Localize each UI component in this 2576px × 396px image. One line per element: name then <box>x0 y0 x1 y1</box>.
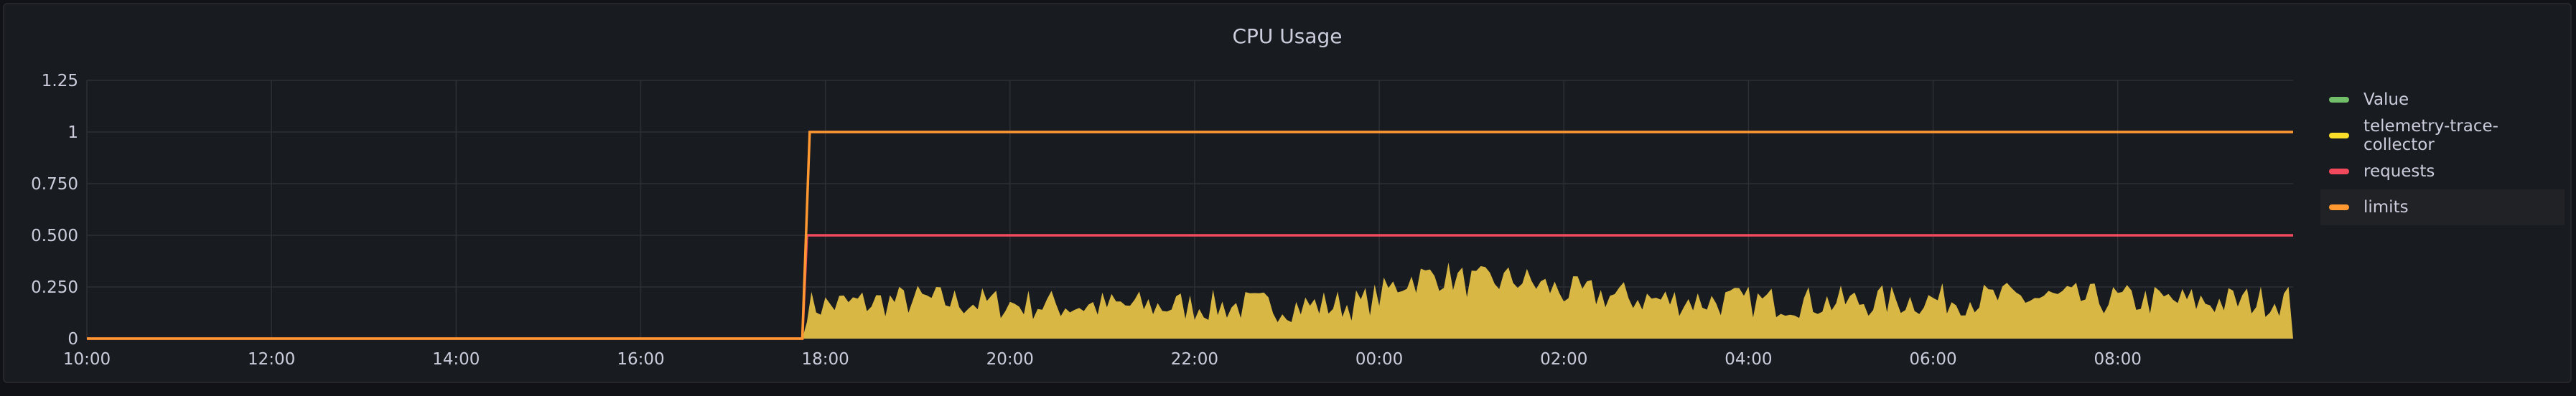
legend-swatch <box>2329 97 2349 103</box>
y-tick-label: 1 <box>67 123 78 142</box>
legend-label: telemetry-trace-collector <box>2363 117 2498 154</box>
series-area-telemetry-trace-collector <box>87 262 2293 339</box>
x-tick-label: 18:00 <box>801 350 849 369</box>
x-tick-label: 20:00 <box>986 350 1034 369</box>
legend: Value telemetry-trace-collector requests li… <box>2320 82 2565 225</box>
x-tick-label: 02:00 <box>1540 350 1587 369</box>
y-tick-label: 0.750 <box>31 175 78 194</box>
y-tick-label: 0.250 <box>31 278 78 297</box>
y-tick-label: 0 <box>67 330 78 349</box>
legend-label: requests <box>2363 162 2435 181</box>
chart-panel: CPU Usage 0 0.250 0.500 0.750 1 1.25 10:00 12:0… <box>3 3 2572 383</box>
legend-label: limits <box>2363 198 2409 217</box>
x-tick-label: 22:00 <box>1171 350 1218 369</box>
x-tick-label: 10:00 <box>63 350 111 369</box>
x-tick-label: 12:00 <box>248 350 295 369</box>
y-tick-label: 1.25 <box>42 72 78 90</box>
legend-item-requests[interactable]: requests <box>2320 154 2565 189</box>
legend-item-value[interactable]: Value <box>2320 82 2565 118</box>
legend-swatch <box>2329 133 2349 138</box>
x-tick-label: 04:00 <box>1725 350 1772 369</box>
plot-area[interactable]: 0 0.250 0.500 0.750 1 1.25 10:00 12:00 14:00 16:0… <box>4 4 2570 382</box>
legend-swatch <box>2329 204 2349 210</box>
x-tick-label: 00:00 <box>1355 350 1403 369</box>
legend-swatch <box>2329 169 2349 174</box>
legend-label: Value <box>2363 90 2409 109</box>
x-tick-label: 08:00 <box>2094 350 2142 369</box>
legend-item-telemetry-trace-collector[interactable]: telemetry-trace-collector <box>2320 117 2565 154</box>
legend-item-limits[interactable]: limits <box>2320 189 2565 225</box>
y-tick-label: 0.500 <box>31 227 78 245</box>
x-tick-label: 16:00 <box>617 350 664 369</box>
x-tick-label: 14:00 <box>432 350 480 369</box>
x-tick-label: 06:00 <box>1909 350 1956 369</box>
